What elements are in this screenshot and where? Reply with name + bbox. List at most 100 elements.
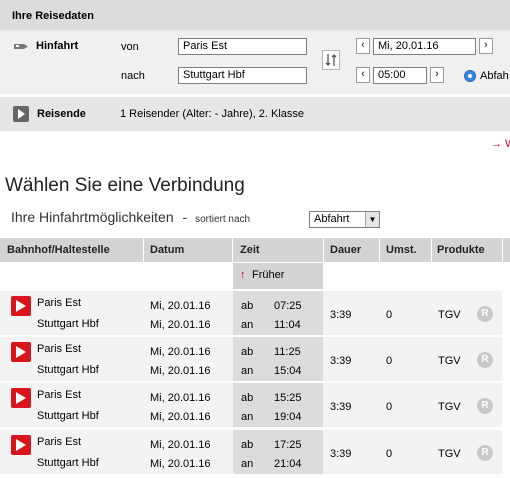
duration: 3:39 [330, 355, 352, 367]
product: TGV [438, 309, 461, 321]
dep-date: Mi, 20.01.16 [150, 300, 211, 312]
to-station: Stuttgart Hbf [37, 318, 99, 330]
dep-time: 07:25 [274, 300, 302, 312]
connection-row[interactable]: Paris Est Stuttgart Hbf Mi, 20.01.16 Mi, 20… [0, 337, 510, 381]
dep-label: ab [241, 392, 254, 404]
dep-time: 15:25 [274, 392, 302, 404]
reservation-badge[interactable]: R [477, 352, 493, 368]
connection-row[interactable]: Paris Est Stuttgart Hbf Mi, 20.01.16 Mi, 20… [0, 291, 510, 335]
subheading: Ihre Hinfahrtmöglichkeiten - sortiert na… [11, 209, 250, 225]
chevron-left-icon: ‹ [361, 68, 365, 80]
more-link[interactable]: → W [491, 138, 510, 150]
reisende-label: Reisende [37, 108, 86, 120]
changes: 0 [386, 355, 393, 367]
page-title: Wählen Sie eine Verbindung [5, 175, 245, 196]
earlier-button[interactable]: ↑ Früher [233, 263, 323, 289]
db-logo-icon [11, 388, 31, 408]
subheading-text: Ihre Hinfahrtmöglichkeiten [11, 209, 174, 225]
col-changes: Umst. [386, 244, 417, 256]
product: TGV [438, 401, 461, 413]
arr-time: 11:04 [274, 319, 301, 331]
nach-input[interactable]: Stuttgart Hbf [178, 67, 307, 84]
col-time: Zeit [240, 244, 260, 256]
from-station: Paris Est [37, 436, 82, 448]
changes: 0 [386, 309, 393, 321]
prev-time-button[interactable]: ‹ [356, 67, 370, 83]
arr-label: an [241, 411, 254, 423]
von-label: von [121, 41, 139, 53]
reisende-expand-button[interactable] [13, 106, 29, 122]
from-station: Paris Est [37, 343, 82, 355]
table-header: Bahnhof/Haltestelle Datum Zeit Dauer Ums… [0, 238, 510, 262]
db-logo-icon [11, 342, 31, 362]
arr-label: an [241, 458, 254, 470]
dep-label: ab [241, 439, 254, 451]
connection-row[interactable]: Paris Est Stuttgart Hbf Mi, 20.01.16 Mi, 20… [0, 383, 510, 427]
nach-label: nach [121, 70, 145, 82]
sort-select[interactable]: Abfahrt ▼ [309, 211, 380, 228]
from-station: Paris Est [37, 389, 82, 401]
reisedaten-title: Ihre Reisedaten [12, 10, 94, 22]
arr-label: an [241, 365, 254, 377]
col-station: Bahnhof/Haltestelle [7, 244, 110, 256]
date-input[interactable]: Mi, 20.01.16 [373, 38, 476, 55]
arr-date: Mi, 20.01.16 [150, 458, 211, 470]
von-input[interactable]: Paris Est [178, 38, 307, 55]
duration: 3:39 [330, 448, 352, 460]
to-station: Stuttgart Hbf [37, 457, 99, 469]
abfahrt-radio-label: Abfah [480, 70, 509, 82]
earlier-row: ↑ Früher [0, 263, 510, 289]
next-time-button[interactable]: › [430, 67, 444, 83]
train-icon [14, 44, 28, 49]
dep-label: ab [241, 346, 254, 358]
chevron-left-icon: ‹ [361, 39, 365, 51]
reisedaten-header: Ihre Reisedaten [0, 0, 510, 30]
changes: 0 [386, 401, 393, 413]
col-duration: Dauer [330, 244, 362, 256]
col-date: Datum [150, 244, 185, 256]
product: TGV [438, 448, 461, 460]
arr-date: Mi, 20.01.16 [150, 365, 211, 377]
col-products: Produkte [437, 244, 485, 256]
prev-date-button[interactable]: ‹ [356, 38, 370, 54]
dep-label: ab [241, 300, 254, 312]
arr-label: an [241, 319, 254, 331]
sort-select-value: Abfahrt [314, 213, 350, 225]
arr-time: 15:04 [274, 365, 302, 377]
reisende-row: Reisende 1 Reisender (Alter: - Jahre), 2… [0, 97, 510, 131]
dep-date: Mi, 20.01.16 [150, 346, 211, 358]
dep-date: Mi, 20.01.16 [150, 392, 211, 404]
reisende-value: 1 Reisender (Alter: - Jahre), 2. Klasse [120, 108, 305, 120]
dep-date: Mi, 20.01.16 [150, 439, 211, 451]
arrow-up-icon: ↑ [240, 269, 246, 281]
to-station: Stuttgart Hbf [37, 364, 99, 376]
product: TGV [438, 355, 461, 367]
from-station: Paris Est [37, 297, 82, 309]
arr-date: Mi, 20.01.16 [150, 411, 211, 423]
reservation-badge[interactable]: R [477, 398, 493, 414]
reservation-badge[interactable]: R [477, 445, 493, 461]
reisedaten-panel: Hinfahrt von Paris Est nach Stuttgart Hb… [0, 30, 510, 94]
db-logo-icon [11, 435, 31, 455]
db-logo-icon [11, 296, 31, 316]
arr-time: 21:04 [274, 458, 302, 470]
next-date-button[interactable]: › [479, 38, 493, 54]
chevron-right-icon: › [484, 39, 488, 51]
hinfahrt-label: Hinfahrt [36, 40, 79, 52]
changes: 0 [386, 448, 393, 460]
connection-row[interactable]: Paris Est Stuttgart Hbf Mi, 20.01.16 Mi, 20… [0, 430, 510, 474]
to-station: Stuttgart Hbf [37, 410, 99, 422]
arr-time: 19:04 [274, 411, 302, 423]
abfahrt-radio[interactable] [464, 70, 476, 82]
chevron-right-icon: › [435, 68, 439, 80]
swap-stations-button[interactable] [322, 50, 340, 70]
dep-time: 17:25 [274, 439, 302, 451]
subheading-dash: - [182, 209, 188, 225]
reservation-badge[interactable]: R [477, 306, 493, 322]
duration: 3:39 [330, 309, 352, 321]
time-input[interactable]: 05:00 [373, 67, 427, 84]
sort-label: sortiert nach [195, 214, 251, 225]
swap-icon [325, 54, 337, 66]
chevron-down-icon: ▼ [365, 212, 379, 227]
arr-date: Mi, 20.01.16 [150, 319, 211, 331]
